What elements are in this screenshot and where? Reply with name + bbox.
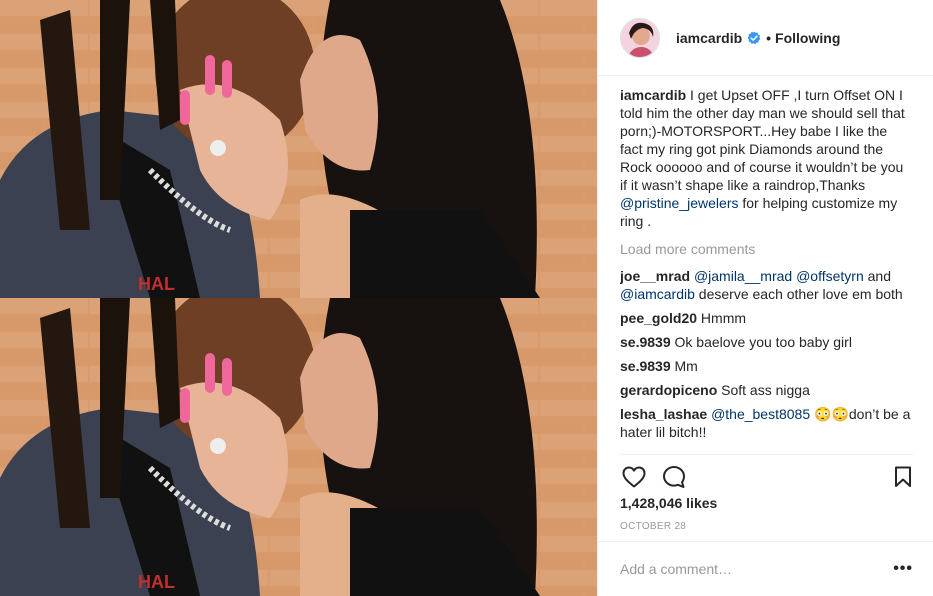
comment-item: se.9839 Ok baelove you too baby girl	[620, 333, 913, 351]
comment-text: Hmmm	[697, 310, 747, 326]
comment-item: lesha_lashae @the_best8085 😳😳don’t be a …	[620, 405, 913, 441]
comment-username[interactable]: se.9839	[620, 334, 671, 350]
comment-text: Ok baelove you too baby girl	[670, 334, 852, 350]
svg-text:HAL: HAL	[138, 274, 175, 294]
couple-kissing-image: HAL	[0, 0, 597, 298]
photo-tile-bottom: HAL	[0, 298, 597, 596]
comment-username[interactable]: lesha_lashae	[620, 406, 707, 422]
caption-mention[interactable]: @pristine_jewelers	[620, 195, 738, 211]
verified-badge-icon	[747, 31, 761, 44]
comment-mention[interactable]: @the_best8085	[711, 406, 810, 422]
comment-text: and	[863, 268, 891, 284]
avatar[interactable]	[620, 17, 660, 58]
comment-username[interactable]: se.9839	[620, 358, 671, 374]
comment-username[interactable]: gerardopiceno	[620, 382, 717, 398]
separator-dot: •	[766, 29, 772, 46]
instagram-post-view: HAL HAL iamcardib • Following iamcardib …	[0, 0, 933, 596]
comment-mention[interactable]: @iamcardib	[620, 286, 695, 302]
comment-username[interactable]: joe__mrad	[620, 268, 690, 284]
likes-count[interactable]: 1,428,046 likes	[620, 495, 717, 511]
post-caption: iamcardib I get Upset OFF ,I turn Offset…	[620, 86, 913, 230]
caption-username[interactable]: iamcardib	[620, 87, 686, 103]
comment-mention[interactable]: @jamila__mrad	[694, 268, 792, 284]
action-bar	[620, 454, 913, 492]
post-photo[interactable]: HAL HAL	[0, 0, 597, 596]
more-options-icon[interactable]: •••	[893, 561, 913, 577]
bookmark-icon	[895, 466, 911, 487]
photo-tile-top: HAL	[0, 0, 597, 298]
heart-icon	[622, 466, 646, 487]
post-date[interactable]: OCTOBER 28	[620, 521, 686, 532]
comment-item: gerardopiceno Soft ass nigga	[620, 381, 913, 399]
following-button[interactable]: Following	[775, 30, 840, 46]
comment-mention[interactable]: @offsetyrn	[796, 268, 864, 284]
add-comment-input[interactable]	[620, 561, 894, 577]
load-more-comments-button[interactable]: Load more comments	[620, 240, 913, 258]
comment-username[interactable]: pee_gold20	[620, 310, 697, 326]
post-header: iamcardib • Following	[598, 0, 933, 76]
comments-list[interactable]: iamcardib I get Upset OFF ,I turn Offset…	[620, 86, 913, 454]
add-comment-bar: •••	[598, 541, 933, 596]
post-side-panel: iamcardib • Following iamcardib I get Up…	[597, 0, 933, 596]
comment-item: joe__mrad @jamila__mrad @offsetyrn and @…	[620, 267, 913, 303]
comment-item: se.9839 Mm	[620, 357, 913, 375]
svg-text:HAL: HAL	[138, 572, 175, 592]
avatar-image	[621, 18, 659, 57]
couple-kissing-image: HAL	[0, 298, 597, 596]
comment-button[interactable]	[660, 463, 688, 491]
save-button[interactable]	[889, 463, 917, 491]
like-button[interactable]	[620, 463, 648, 491]
comment-text: Mm	[670, 358, 698, 374]
header-username[interactable]: iamcardib	[676, 30, 742, 46]
comment-text: Soft ass nigga	[717, 382, 810, 398]
comment-text: deserve each other love em both	[694, 286, 903, 302]
comment-item: pee_gold20 Hmmm	[620, 309, 913, 327]
comment-bubble-icon	[663, 465, 685, 488]
